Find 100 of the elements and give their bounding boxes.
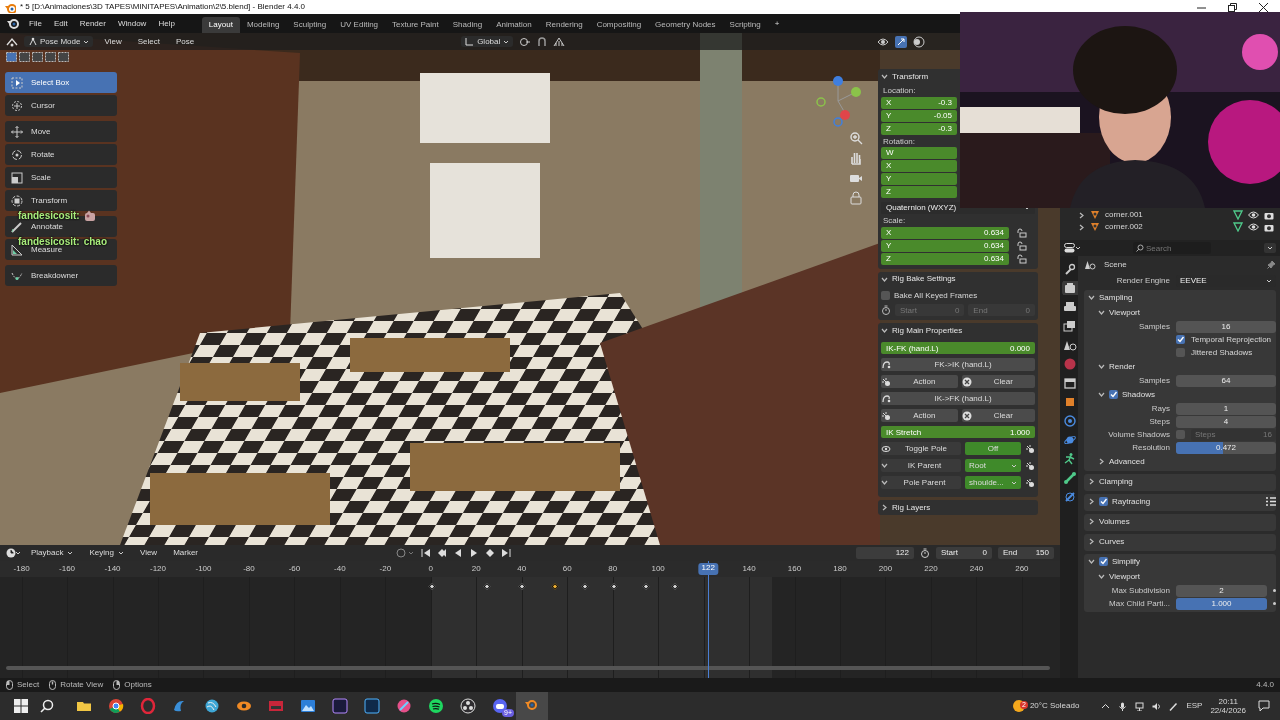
chevron-icon[interactable] (881, 462, 888, 470)
panel-header[interactable]: Rig Main Properties (881, 323, 1035, 339)
workspace-tab[interactable]: Compositing (589, 17, 649, 33)
tool-button[interactable]: Transform (5, 190, 117, 211)
current-frame-field[interactable]: 122 (856, 547, 914, 559)
menu-item[interactable]: View (134, 546, 163, 560)
stopwatch-icon[interactable] (920, 548, 930, 558)
gizmo-toggle-icon[interactable] (895, 35, 908, 48)
panel-header[interactable]: Sampling (1084, 290, 1276, 305)
image-stack-icon[interactable] (1063, 319, 1077, 333)
chevron-icon[interactable] (1088, 538, 1095, 545)
slider-field[interactable]: IK-FK (hand.L) 0.000 (881, 342, 1035, 355)
keyframe-icon[interactable] (671, 582, 679, 591)
chevron-icon[interactable] (881, 504, 888, 512)
clock-date[interactable]: 22/4/2026 (1210, 706, 1246, 716)
orbit-icon[interactable] (1063, 414, 1077, 428)
stopwatch-icon[interactable] (881, 305, 891, 316)
square-icon[interactable] (1063, 395, 1077, 409)
padlock-icon[interactable] (1017, 253, 1027, 264)
frame-field[interactable]: End 150 (998, 547, 1054, 559)
chevron-icon[interactable] (1078, 211, 1085, 219)
keyframe-icon[interactable] (642, 582, 650, 591)
wrench-icon[interactable] (1063, 262, 1077, 276)
workspace-tab[interactable]: Texture Paint (385, 17, 446, 33)
chevron-icon[interactable] (1088, 498, 1095, 505)
chevron-icon[interactable] (881, 73, 888, 80)
workspace-tab[interactable]: Modeling (239, 17, 287, 33)
keying-icon[interactable] (1025, 460, 1035, 471)
orientation-dropdown[interactable]: Global (461, 35, 514, 48)
outliner-item[interactable]: corner.001 (1105, 210, 1228, 220)
globe-icon[interactable] (1063, 357, 1077, 371)
selection-mode-icon[interactable] (32, 52, 43, 62)
music-icon[interactable] (428, 698, 444, 714)
chevron-icon[interactable] (1088, 294, 1095, 301)
menu-item[interactable]: View (99, 34, 127, 49)
record-app-icon[interactable] (460, 698, 476, 714)
panel-header[interactable]: Transform (881, 69, 957, 84)
box-icon[interactable] (1063, 376, 1077, 390)
playhead-line[interactable] (708, 561, 710, 678)
editor-type-button[interactable] (6, 36, 18, 47)
notification-icon[interactable] (1258, 700, 1270, 712)
number-field[interactable]: Y (881, 173, 957, 186)
number-field[interactable]: 4 (1176, 415, 1276, 428)
start-icon[interactable] (14, 699, 28, 713)
workspace-tab[interactable]: UV Editing (333, 17, 386, 33)
pen-icon[interactable] (1169, 701, 1179, 711)
keying-icon[interactable] (1025, 443, 1035, 454)
camera-icon[interactable] (1264, 210, 1274, 220)
panel-header[interactable]: Raytracing (1084, 494, 1276, 509)
workspace-tab[interactable]: Geometry Nodes (648, 17, 723, 33)
restore-icon[interactable] (1228, 2, 1237, 12)
panel-header[interactable]: Curves (1084, 534, 1276, 549)
number-field[interactable]: X -0.3 (881, 96, 957, 109)
hand-icon[interactable] (849, 151, 863, 165)
panel-header[interactable]: Shadows (1084, 387, 1276, 402)
overlay-icon[interactable] (913, 35, 926, 48)
search-icon[interactable] (40, 699, 54, 713)
workspace-tab[interactable]: Layout (201, 17, 240, 33)
tool-button[interactable]: Scale (5, 167, 117, 188)
next-keyframe-icon[interactable] (485, 548, 496, 558)
number-field[interactable]: 64 (1176, 374, 1276, 387)
microphone-icon[interactable] (1118, 701, 1128, 711)
checkbox[interactable] (1176, 348, 1185, 357)
snap-button[interactable]: IK->FK (hand.L) (881, 392, 1035, 406)
number-field[interactable]: 2 (1176, 584, 1267, 597)
chevron-icon[interactable] (1098, 573, 1105, 580)
network-icon[interactable] (1135, 701, 1145, 711)
clear-button[interactable]: Clear (961, 409, 1035, 423)
add-workspace-button[interactable]: + (769, 16, 785, 31)
panel-header[interactable]: Render (1084, 359, 1276, 374)
menu-item[interactable]: Help (153, 16, 180, 31)
menu-item[interactable]: Playback (26, 546, 79, 560)
pin-icon[interactable] (1267, 260, 1276, 269)
playhead-frame-label[interactable]: 122 (698, 563, 718, 575)
frame-field[interactable]: Start 0 (936, 547, 992, 559)
workspace-tab[interactable]: Shading (445, 17, 490, 33)
chevron-icon[interactable] (881, 327, 888, 335)
checkbox[interactable] (1099, 557, 1108, 566)
jump-end-icon[interactable] (501, 548, 512, 558)
number-field[interactable]: W (881, 147, 957, 160)
chevron-icon[interactable] (1078, 223, 1085, 231)
tool-button[interactable]: Rotate (5, 144, 117, 165)
falloff-icon[interactable] (553, 36, 566, 47)
menu-item[interactable]: Select (132, 34, 165, 49)
eye-icon[interactable] (877, 36, 890, 47)
camera-back-icon[interactable] (1063, 281, 1077, 295)
keyframe-icon[interactable] (518, 582, 526, 591)
previous-keyframe-icon[interactable] (437, 548, 448, 558)
tool-button[interactable]: Move (5, 121, 117, 142)
editor-type-button[interactable] (1064, 243, 1080, 253)
eye-icon[interactable] (1248, 211, 1259, 219)
workspace-tab[interactable]: Scripting (722, 17, 768, 33)
checkbox[interactable] (1109, 390, 1118, 399)
padlock-icon[interactable] (1017, 227, 1027, 238)
padlock-icon[interactable] (1017, 240, 1027, 251)
sun-icon[interactable] (1011, 699, 1026, 713)
play-reverse-icon[interactable] (453, 548, 464, 558)
magnet-icon[interactable] (537, 36, 548, 47)
workspace-tab[interactable]: Animation (489, 17, 539, 33)
menu-item[interactable]: File (24, 16, 47, 31)
